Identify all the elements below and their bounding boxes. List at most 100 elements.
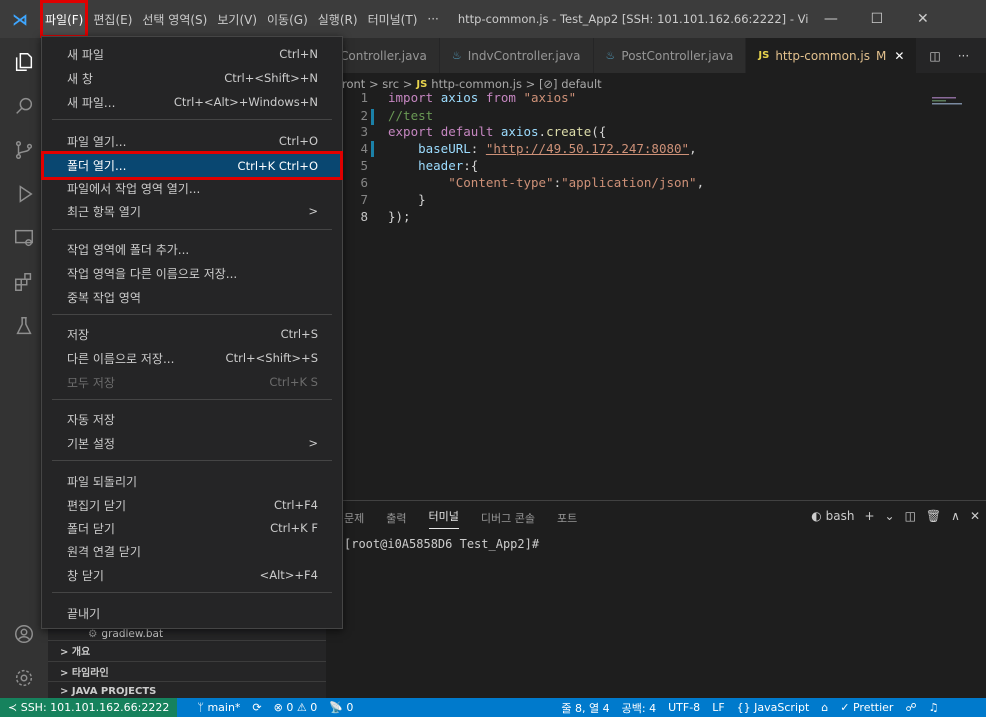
ports-indicator[interactable]: 📡 0: [329, 701, 353, 714]
menu-item-save-workspace-as[interactable]: 작업 영역을 다른 이름으로 저장...: [42, 261, 342, 285]
sync-icon[interactable]: ⟳: [252, 701, 261, 714]
feedback-icon[interactable]: ⌂: [821, 701, 828, 714]
breadcrumb-item[interactable]: [⊘] default: [539, 77, 602, 91]
notifications-bell-icon[interactable]: ♫: [929, 701, 939, 714]
menu-item-shortcut: Ctrl+S: [280, 327, 318, 341]
breadcrumb-item[interactable]: ront: [342, 77, 365, 91]
git-branch[interactable]: ᛘ main*: [197, 701, 240, 714]
menu-item-open-file[interactable]: 파일 열기... Ctrl+O: [42, 129, 342, 153]
tab-post-controller[interactable]: ♨ PostController.java: [593, 38, 747, 73]
close-panel-icon[interactable]: ✕: [970, 509, 980, 523]
chevron-down-icon[interactable]: ⌄: [885, 509, 895, 523]
problems-indicator[interactable]: ⊗ 0 ⚠ 0: [274, 701, 318, 714]
submenu-chevron-icon: >: [308, 436, 318, 450]
tab-debug-console[interactable]: 디버그 콘솔: [481, 510, 535, 526]
menu-file[interactable]: 파일(F): [40, 0, 89, 38]
punctuation: :: [470, 141, 486, 156]
tab-terminal[interactable]: 터미널: [428, 508, 459, 529]
sidebar-section-outline[interactable]: > 개요: [48, 640, 326, 660]
terminal-shell-selector[interactable]: ◐ bash: [811, 509, 854, 523]
menu-item-add-folder-to-workspace[interactable]: 작업 영역에 폴더 추가...: [42, 237, 342, 261]
tab-ports[interactable]: 포트: [557, 510, 577, 526]
menu-item-shortcut: <Alt>+F4: [259, 568, 318, 582]
encoding[interactable]: UTF-8: [668, 701, 700, 714]
minimize-button[interactable]: —: [808, 0, 854, 38]
settings-gear-icon[interactable]: [0, 656, 48, 700]
terminal-prompt[interactable]: [root@i0A5858D6 Test_App2]#: [326, 537, 986, 551]
maximize-panel-icon[interactable]: ∧: [951, 509, 960, 523]
menu-item-new-file-dialog[interactable]: 새 파일... Ctrl+<Alt>+Windows+N: [42, 90, 342, 114]
menu-item-label: 새 창: [67, 71, 93, 86]
prettier-status[interactable]: ✓ Prettier: [840, 701, 893, 714]
menu-run[interactable]: 실행(R): [313, 0, 363, 38]
remote-indicator[interactable]: ≺ SSH: 101.101.162.66:2222: [0, 698, 178, 717]
menu-item-new-file[interactable]: 새 파일 Ctrl+N: [42, 42, 342, 66]
menu-item-preferences[interactable]: 기본 설정 >: [42, 431, 342, 455]
split-terminal-icon[interactable]: ◫: [905, 509, 916, 523]
menu-selection[interactable]: 선택 영역(S): [137, 0, 212, 38]
tab-problems[interactable]: 문제: [344, 510, 364, 526]
indentation[interactable]: 공백: 4: [622, 700, 656, 716]
menu-item-shortcut: Ctrl+F4: [273, 498, 318, 512]
menu-item-auto-save[interactable]: 자동 저장: [42, 407, 342, 431]
breadcrumb-item[interactable]: http-common.js: [431, 77, 522, 91]
java-icon: ♨: [605, 49, 616, 62]
code-line-3: export default axios.create({: [388, 124, 607, 139]
sidebar-section-timeline[interactable]: > 타임라인: [48, 661, 326, 681]
menu-item-close-window[interactable]: 창 닫기 <Alt>+F4: [42, 563, 342, 587]
menu-item-label: 저장: [67, 327, 90, 342]
tab-label: http-common.js: [775, 48, 870, 63]
menu-item-new-window[interactable]: 새 창 Ctrl+<Shift>+N: [42, 66, 342, 90]
menu-edit[interactable]: 편집(E): [88, 0, 137, 38]
more-actions-icon[interactable]: ···: [953, 38, 975, 73]
menu-item-label: 새 파일...: [67, 95, 116, 110]
account-status-icon[interactable]: ☍: [905, 701, 916, 714]
menu-item-label: 파일 되돌리기: [67, 474, 138, 489]
punctuation: ({: [591, 124, 607, 139]
java-icon: ♨: [451, 49, 462, 62]
property: header: [418, 158, 464, 173]
menu-terminal[interactable]: 터미널(T): [363, 0, 423, 38]
menu-more[interactable]: ···: [422, 0, 443, 38]
menu-item-close-remote[interactable]: 원격 연결 닫기: [42, 539, 342, 563]
menu-item-revert-file[interactable]: 파일 되돌리기: [42, 469, 342, 493]
cursor-position[interactable]: 줄 8, 열 4: [561, 700, 609, 716]
menu-item-shortcut: Ctrl+<Shift>+N: [224, 71, 318, 85]
end-of-line[interactable]: LF: [712, 701, 724, 714]
menu-view[interactable]: 보기(V): [212, 0, 262, 38]
tab-indv-controller[interactable]: ♨ IndvController.java: [439, 38, 594, 73]
menu-item-duplicate-workspace[interactable]: 중복 작업 영역: [42, 285, 342, 309]
menu-item-save-as[interactable]: 다른 이름으로 저장... Ctrl+<Shift>+S: [42, 346, 342, 370]
menu-item-save[interactable]: 저장 Ctrl+S: [42, 322, 342, 346]
line-number: 2: [360, 108, 368, 123]
menu-item-exit[interactable]: 끝내기: [42, 601, 342, 625]
menu-item-close-folder[interactable]: 폴더 닫기 Ctrl+K F: [42, 516, 342, 540]
maximize-button[interactable]: ☐: [854, 0, 900, 38]
tab-http-common[interactable]: JS http-common.js M ✕: [746, 38, 918, 73]
split-editor-icon[interactable]: ◫: [917, 38, 954, 73]
string[interactable]: "http://49.50.172.247:8080": [486, 141, 689, 156]
menu-separator: [52, 399, 332, 400]
tab-label: PostController.java: [621, 48, 734, 63]
menu-item-label: 기본 설정: [67, 436, 115, 451]
close-tab-icon[interactable]: ✕: [894, 49, 904, 63]
language-mode[interactable]: {} JavaScript: [737, 701, 810, 714]
minimap[interactable]: [932, 95, 972, 115]
tab-controller[interactable]: Controller.java: [326, 38, 440, 73]
menu-go[interactable]: 이동(G): [262, 0, 313, 38]
menu-item-open-workspace-from-file[interactable]: 파일에서 작업 영역 열기...: [42, 176, 342, 200]
tab-output[interactable]: 출력: [386, 510, 406, 526]
close-window-button[interactable]: ✕: [900, 0, 946, 38]
menu-separator: [52, 314, 332, 315]
code-editor[interactable]: 1 2 3 4 5 6 7 8 import axios from "axios…: [326, 90, 986, 500]
code-line-1: import axios from "axios": [388, 90, 576, 105]
menu-item-open-folder[interactable]: 폴더 열기... Ctrl+K Ctrl+O: [41, 151, 343, 180]
status-bar: ≺ SSH: 101.101.162.66:2222 ᛘ main* ⟳ ⊗ 0…: [0, 698, 986, 717]
menu-item-open-recent[interactable]: 최근 항목 열기 >: [42, 199, 342, 223]
trash-icon[interactable]: 🗑: [926, 509, 941, 523]
identifier: axios: [440, 90, 479, 105]
menu-item-close-editor[interactable]: 편집기 닫기 Ctrl+F4: [42, 493, 342, 517]
breadcrumb-item[interactable]: src: [382, 77, 399, 91]
new-terminal-icon[interactable]: +: [864, 509, 874, 523]
breadcrumb-separator: >: [402, 77, 413, 91]
